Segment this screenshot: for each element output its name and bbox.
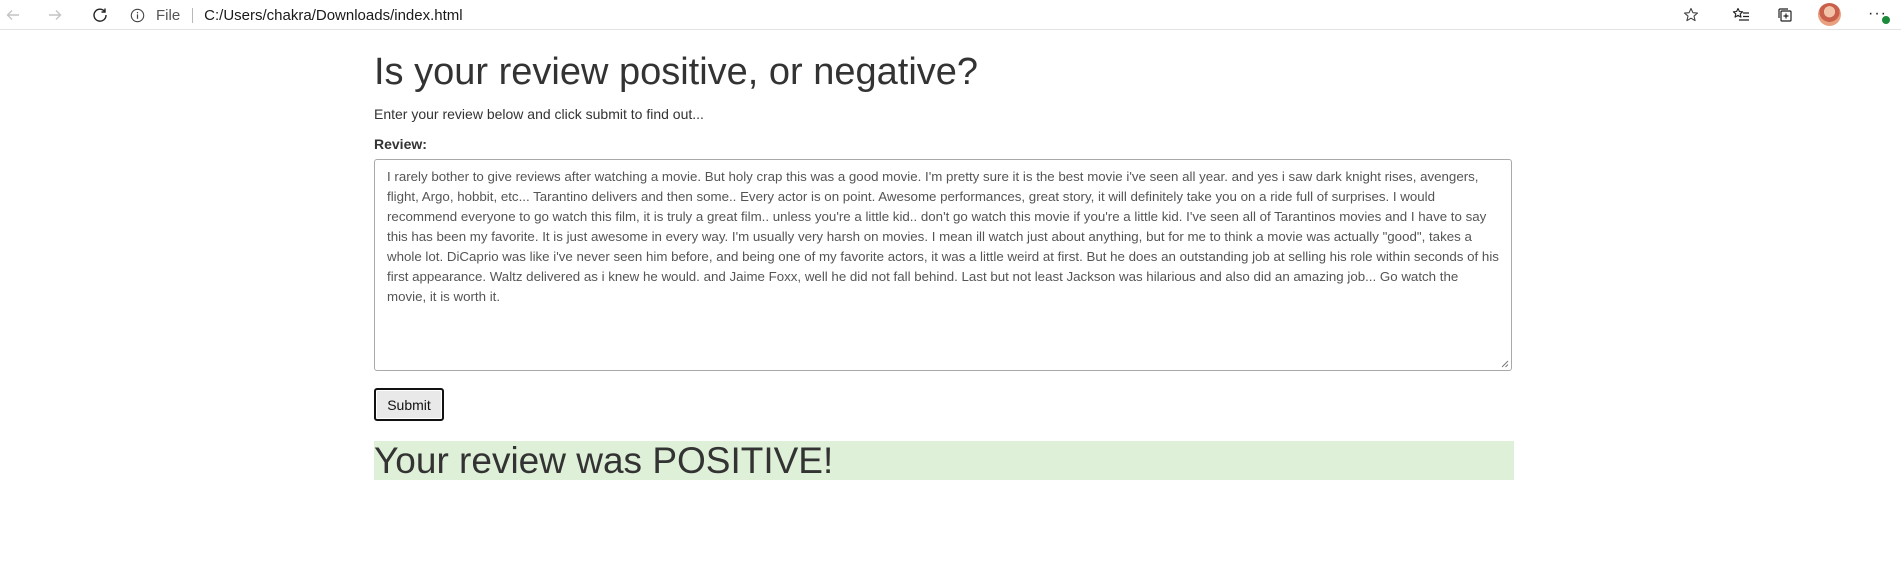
- back-button[interactable]: [0, 3, 26, 27]
- collections-icon: [1778, 8, 1792, 22]
- page-title: Is your review positive, or negative?: [374, 51, 979, 93]
- review-text[interactable]: I rarely bother to give reviews after wa…: [387, 167, 1499, 307]
- result-text: Your review was POSITIVE!: [374, 440, 834, 481]
- review-textarea[interactable]: I rarely bother to give reviews after wa…: [374, 159, 1512, 371]
- favorites-button[interactable]: [1728, 3, 1754, 27]
- reload-icon: [93, 8, 107, 22]
- url-scheme: File: [156, 6, 181, 24]
- url-text[interactable]: C:/Users/chakra/Downloads/index.html: [204, 7, 462, 24]
- favorites-list-icon: [1732, 7, 1749, 21]
- reload-button[interactable]: [87, 3, 113, 27]
- star-icon: [1683, 7, 1699, 22]
- browser-toolbar: File C:/Users/chakra/Downloads/index.htm…: [0, 0, 1901, 30]
- settings-and-more-button[interactable]: ···: [1866, 3, 1894, 27]
- address-bar[interactable]: File C:/Users/chakra/Downloads/index.htm…: [128, 3, 1688, 27]
- add-favorite-button[interactable]: [1678, 3, 1704, 27]
- resize-handle-icon[interactable]: [1500, 359, 1509, 368]
- avatar[interactable]: [1818, 3, 1841, 26]
- arrow-right-icon: [49, 10, 62, 20]
- result-banner: Your review was POSITIVE!: [374, 440, 1514, 481]
- review-label: Review:: [374, 136, 427, 152]
- arrow-left-icon: [6, 10, 19, 20]
- page-subtitle: Enter your review below and click submit…: [374, 106, 704, 122]
- update-badge: [1881, 15, 1891, 25]
- collections-button[interactable]: [1772, 3, 1798, 27]
- info-icon[interactable]: [128, 6, 146, 24]
- forward-button[interactable]: [42, 3, 68, 27]
- address-divider: [192, 7, 194, 23]
- submit-button[interactable]: Submit: [374, 388, 444, 421]
